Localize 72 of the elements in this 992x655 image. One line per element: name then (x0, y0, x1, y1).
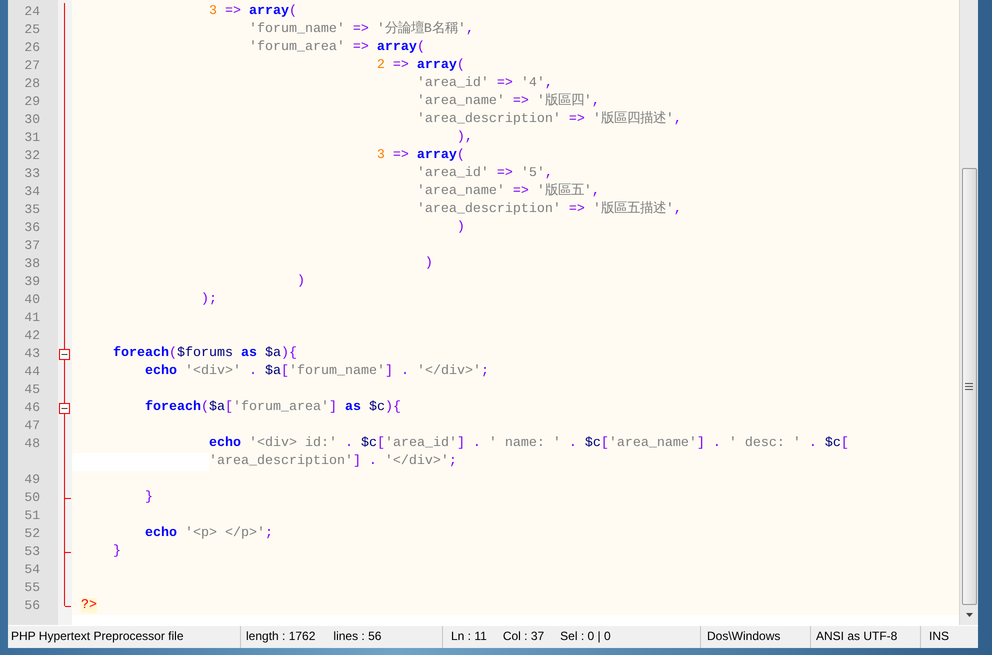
scrollbar-thumb[interactable] (962, 168, 976, 605)
line-number: 47 (24, 418, 40, 433)
line-number: 28 (24, 76, 40, 91)
line-number: 55 (24, 580, 40, 595)
status-text: INS (929, 628, 950, 645)
code-line: 'area_description' => '版區四描述', (416, 111, 682, 129)
status-text: PHP Hypertext Preprocessor file (11, 628, 184, 645)
line-number: 26 (24, 40, 40, 55)
code-line: echo '<div>' . $a['forum_name'] . '</div>'; (144, 363, 489, 381)
code-line: 2 => array( (376, 57, 465, 75)
code-line: 'area_id' => '5', (416, 165, 553, 183)
status-text: Col : 37 (502, 628, 544, 645)
line-number: 40 (24, 292, 40, 307)
code-line: ) (456, 219, 465, 237)
line-number: 48 (24, 436, 40, 451)
line-number: 39 (24, 274, 40, 289)
code-line: 'area_description'] . '</div>'; (208, 453, 457, 471)
fold-minus-icon[interactable] (59, 402, 70, 414)
line-number: 30 (24, 112, 40, 127)
line-number: 37 (24, 238, 40, 253)
line-number: 32 (24, 148, 40, 163)
line-number: 56 (24, 598, 40, 613)
code-line: 'area_id' => '4', (416, 75, 553, 93)
code-line: 'area_description' => '版區五描述', (416, 201, 682, 219)
code-line: foreach($a['forum_area'] as $c){ (144, 399, 401, 417)
code-line: 3 => array( (208, 3, 297, 21)
line-number: 45 (24, 382, 40, 397)
code-line: } (112, 543, 121, 561)
code-line: 3 => array( (376, 147, 465, 165)
line-number: 35 (24, 202, 40, 217)
line-number: 24 (24, 4, 40, 19)
code-line: ) (296, 273, 305, 291)
line-number: 53 (24, 544, 40, 559)
scroll-down-icon[interactable] (966, 613, 972, 617)
code-line: ) (424, 255, 433, 273)
line-number: 50 (24, 490, 40, 505)
line-number: 25 (24, 22, 40, 37)
code-line: ); (200, 291, 217, 309)
line-number: 33 (24, 166, 40, 181)
line-number: 27 (24, 58, 40, 73)
code-line: 'area_name' => '版區四', (416, 93, 600, 111)
line-number: 43 (24, 346, 40, 361)
code-line: ), (456, 129, 473, 147)
line-number: 29 (24, 94, 40, 109)
status-text: lines : 56 (333, 628, 382, 645)
line-number: 31 (24, 130, 40, 145)
code-line: 'area_name' => '版區五', (416, 183, 600, 201)
line-number: 38 (24, 256, 40, 271)
code-line: echo '<p> </p>'; (144, 525, 273, 543)
fold-minus-icon[interactable] (59, 348, 70, 360)
code-line: echo '<div> id:' . $c['area_id'] . ' name: ' . $c['area_name'] . ' desc: ' . $c[ (208, 435, 849, 453)
status-text: Dos\Windows (707, 628, 780, 645)
code-line: 'forum_area' => array( (248, 39, 425, 57)
status-text: Sel : 0 | 0 (560, 628, 611, 645)
line-number: 44 (24, 364, 40, 379)
line-number: 36 (24, 220, 40, 235)
line-number: 42 (24, 328, 40, 343)
line-number: 49 (24, 472, 40, 487)
code-line: foreach($forums as $a){ (112, 345, 297, 363)
line-number: 54 (24, 562, 40, 577)
code-line: } (144, 489, 153, 507)
status-text: Ln : 11 (451, 628, 487, 645)
grip-icon (965, 383, 973, 390)
line-number: 52 (24, 526, 40, 541)
line-number: 46 (24, 400, 40, 415)
line-number: 34 (24, 184, 40, 199)
status-text: length : 1762 (246, 628, 316, 645)
vertical-scrollbar[interactable] (959, 0, 978, 625)
line-number: 51 (24, 508, 40, 523)
status-text: ANSI as UTF-8 (816, 628, 898, 645)
code-line: 'forum_name' => '分論壇B名稱', (248, 21, 474, 39)
line-number: 41 (24, 310, 40, 325)
